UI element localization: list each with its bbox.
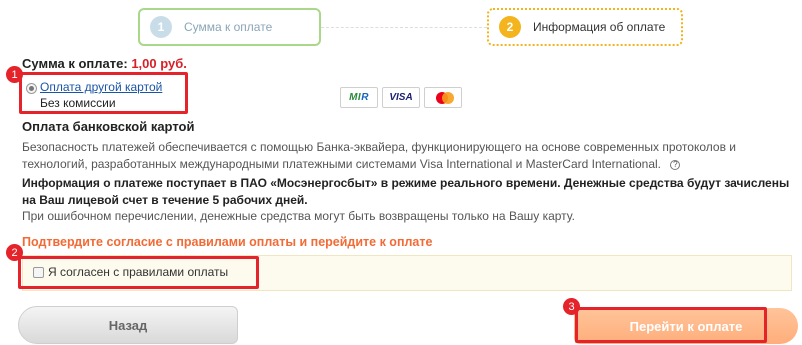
bank-section-title: Оплата банковской картой: [22, 119, 195, 134]
mastercard-logo: [424, 87, 462, 108]
visa-logo: VISA: [382, 87, 420, 108]
step-1-number: 1: [150, 16, 172, 38]
amount-line: Сумма к оплате: 1,00 руб.: [22, 56, 187, 71]
payment-info-text: Информация о платеже поступает в ПАО «Мо…: [22, 176, 790, 207]
highlight-2: [18, 256, 259, 289]
help-icon[interactable]: ?: [670, 160, 681, 170]
card-logos: MI R VISA: [340, 87, 462, 108]
amount-label: Сумма к оплате:: [22, 56, 128, 71]
step-2-number: 2: [499, 16, 521, 38]
annotation-badge-2: 2: [6, 244, 23, 261]
annotation-badge-3: 3: [563, 298, 580, 315]
mir-logo: MI R: [340, 87, 378, 108]
step-1-label: Сумма к оплате: [184, 20, 273, 34]
back-button[interactable]: Назад: [18, 306, 238, 344]
security-text: Безопасность платежей обеспечивается с п…: [22, 140, 736, 171]
highlight-3: [575, 307, 767, 343]
annotation-badge-1: 1: [6, 66, 23, 83]
refund-text: При ошибочном перечислении, денежные сре…: [22, 209, 575, 223]
highlight-1: [19, 72, 188, 114]
agreement-title: Подтвердите согласие с правилами оплаты …: [22, 235, 433, 249]
step-connector: [321, 27, 487, 28]
step-1[interactable]: 1 Сумма к оплате: [138, 8, 321, 46]
step-2-label: Информация об оплате: [533, 20, 666, 34]
amount-value: 1,00 руб.: [131, 56, 187, 71]
security-text-block: Безопасность платежей обеспечивается с п…: [22, 139, 792, 173]
visa-logo-text: VISA: [389, 92, 413, 103]
step-2: 2 Информация об оплате: [487, 8, 683, 46]
